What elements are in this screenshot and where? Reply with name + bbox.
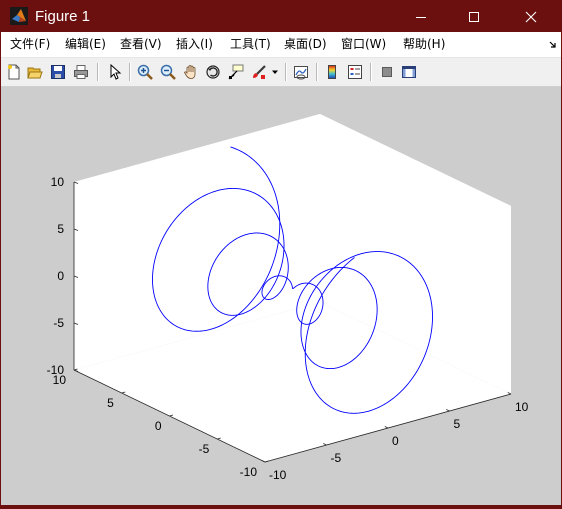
z-tick-label: -5 <box>53 316 64 330</box>
pan-button[interactable] <box>181 62 201 82</box>
brush-icon <box>253 65 266 79</box>
x-tick-label: 10 <box>515 400 529 414</box>
x-tick-label: -10 <box>269 468 287 482</box>
rotate-3d-icon <box>206 65 220 79</box>
menu-help[interactable]: 帮助(H) <box>403 37 445 52</box>
menu-desktop[interactable]: 桌面(D) <box>284 37 327 52</box>
brush-dropdown-button[interactable] <box>269 62 281 82</box>
hide-plot-tools-icon <box>382 67 392 77</box>
zoom-out-icon <box>160 64 176 80</box>
dock-arrow-icon[interactable] <box>549 41 557 49</box>
zoom-in-button[interactable] <box>135 62 155 82</box>
x-tick-label: -5 <box>331 451 342 465</box>
close-icon <box>525 11 537 22</box>
figure-toolbar <box>1 58 561 87</box>
z-tick-label: 10 <box>51 175 65 189</box>
print-icon <box>74 65 88 79</box>
brush-button[interactable] <box>249 62 269 82</box>
save-icon <box>51 65 65 79</box>
z-tick-label: -10 <box>47 363 65 377</box>
menu-insert[interactable]: 插入(I) <box>176 37 213 52</box>
edit-plot-arrow-icon <box>110 64 122 80</box>
edit-plot-button[interactable] <box>105 62 125 82</box>
save-button[interactable] <box>48 62 68 82</box>
menu-bar: 文件(F) 编辑(E) 查看(V) 插入(I) 工具(T) 桌面(D) 窗口(W… <box>1 32 561 58</box>
figure-canvas[interactable]: -10 -5 0 5 10 -10 -5 0 5 10 -10 -5 0 5 10 <box>1 87 561 505</box>
legend-icon <box>348 65 362 79</box>
menu-window[interactable]: 窗口(W) <box>341 37 386 52</box>
matlab-logo-icon <box>10 7 28 25</box>
toolbar-separator <box>129 63 131 81</box>
z-tick-label: 0 <box>57 269 64 283</box>
window-title: Figure 1 <box>35 8 91 25</box>
new-figure-icon <box>8 64 20 80</box>
legend-button[interactable] <box>345 62 365 82</box>
y-tick-label: -10 <box>240 465 258 479</box>
new-figure-button[interactable] <box>4 62 24 82</box>
colorbar-icon <box>328 65 336 79</box>
data-cursor-icon <box>228 64 244 80</box>
show-plot-tools-button[interactable] <box>399 62 419 82</box>
maximize-icon <box>469 11 479 22</box>
menu-view[interactable]: 查看(V) <box>120 37 162 52</box>
toolbar-separator <box>370 63 372 81</box>
brush-dropdown-icon <box>272 70 278 74</box>
toolbar-separator <box>97 63 99 81</box>
link-plot-icon <box>294 66 308 80</box>
menu-tools[interactable]: 工具(T) <box>230 37 271 52</box>
rotate-3d-button[interactable] <box>203 62 223 82</box>
colorbar-button[interactable] <box>322 62 342 82</box>
toolbar-separator <box>316 63 318 81</box>
toolbar-separator <box>285 63 287 81</box>
title-bar[interactable]: Figure 1 <box>1 1 561 32</box>
y-tick-label: 5 <box>107 396 114 410</box>
x-tick-label: 5 <box>454 417 461 431</box>
open-file-icon <box>27 67 43 79</box>
data-cursor-button[interactable] <box>226 62 246 82</box>
x-tick-label: 0 <box>392 434 399 448</box>
figure-window: Figure 1 文件(F) 编辑(E) 查看(V) 插入(I) 工具(T) 桌… <box>0 0 562 506</box>
z-tick-label: 5 <box>57 222 64 236</box>
show-plot-tools-icon <box>402 66 416 78</box>
print-button[interactable] <box>71 62 91 82</box>
y-tick-label: 0 <box>155 419 162 433</box>
zoom-in-icon <box>137 64 153 80</box>
y-tick-label: -5 <box>199 442 210 456</box>
menu-file[interactable]: 文件(F) <box>10 37 50 52</box>
zoom-out-button[interactable] <box>158 62 178 82</box>
pan-hand-icon <box>184 65 196 79</box>
minimize-button[interactable] <box>398 1 444 32</box>
minimize-icon <box>416 16 426 18</box>
link-plot-button[interactable] <box>291 62 311 82</box>
hide-plot-tools-button[interactable] <box>377 62 397 82</box>
close-button[interactable] <box>508 1 554 32</box>
open-file-button[interactable] <box>25 62 45 82</box>
maximize-button[interactable] <box>451 1 497 32</box>
plot-3d[interactable]: -10-50510-10-50510-10-50510 <box>1 87 561 505</box>
menu-edit[interactable]: 编辑(E) <box>65 37 106 52</box>
